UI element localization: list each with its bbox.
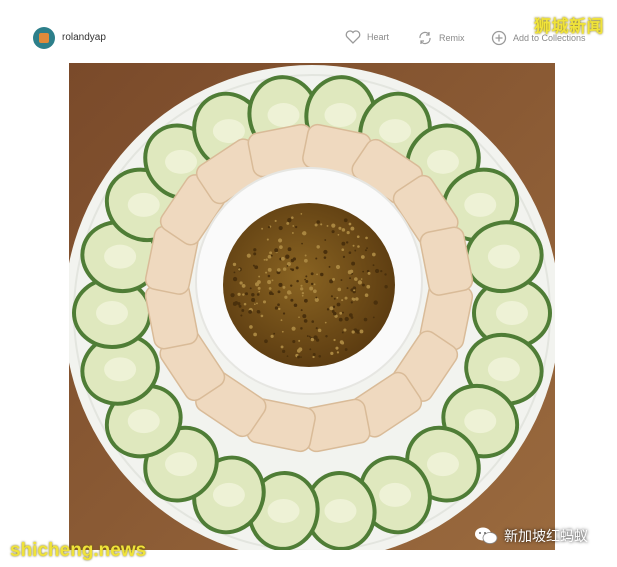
post-header: rolandyap Heart Remix Add to Collections… (0, 0, 617, 62)
username[interactable]: rolandyap (62, 32, 106, 43)
watermark-top-right: 狮城新闻 (534, 17, 604, 36)
avatar[interactable] (33, 27, 55, 49)
heart-label: Heart (367, 32, 390, 42)
wechat-icon (474, 526, 498, 546)
add-collection-icon (491, 30, 507, 46)
remix-button[interactable]: Remix (417, 30, 465, 46)
watermark-bottom-right-text: 新加坡红蚂蚁 (504, 528, 588, 544)
photo-image (69, 63, 555, 550)
remix-label: Remix (439, 33, 465, 43)
watermark-bottom-left: shicheng.news (10, 540, 147, 561)
remix-icon (419, 31, 431, 45)
heart-icon (345, 30, 361, 44)
heart-button[interactable]: Heart (345, 30, 389, 44)
post-photo[interactable] (69, 63, 555, 550)
ginger-sauce (223, 203, 395, 367)
watermark-bottom-right: 新加坡红蚂蚁 (474, 526, 588, 546)
